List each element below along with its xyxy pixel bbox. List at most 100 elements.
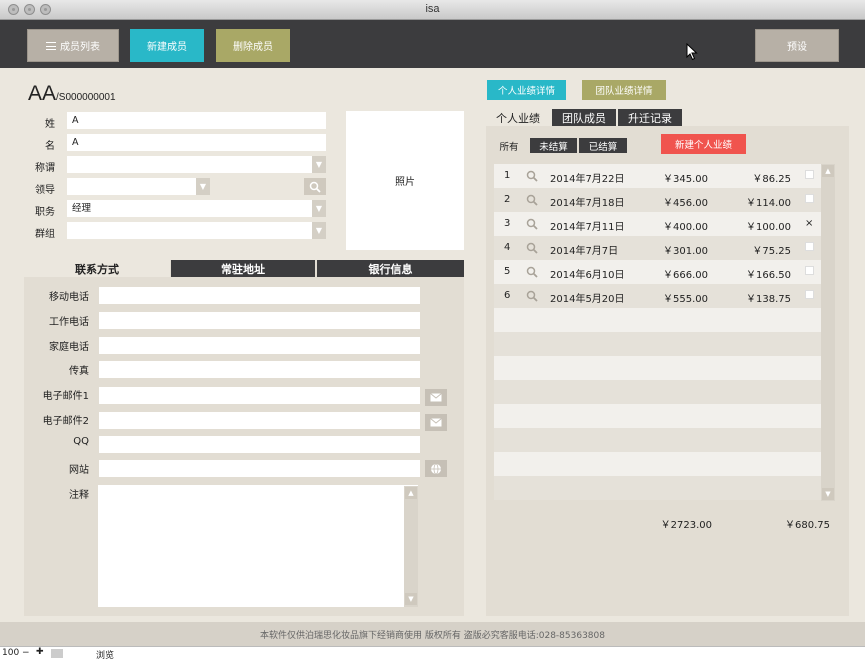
photo-box[interactable]: 照片 <box>346 111 464 250</box>
row-number: 2 <box>504 194 511 205</box>
notes-scrollbar[interactable] <box>404 486 418 607</box>
search-icon[interactable] <box>526 218 538 230</box>
member-code: /S000000001 <box>56 92 116 103</box>
scroll-down-icon[interactable]: ▼ <box>405 593 417 605</box>
row-checkbox[interactable] <box>805 242 814 251</box>
delete-member-button[interactable]: 删除成员 <box>216 29 290 62</box>
team-detail-button[interactable]: 团队业绩详情 <box>582 80 666 100</box>
surname-label: 姓 <box>45 119 55 130</box>
member-name: AA <box>28 82 57 105</box>
email1-field[interactable] <box>99 387 420 404</box>
tab-personal-perf[interactable]: 个人业绩 <box>486 109 550 126</box>
row-checkbox[interactable] <box>805 170 814 179</box>
notes-field[interactable] <box>98 485 418 607</box>
globe-icon <box>431 463 441 474</box>
table-row[interactable]: 3 2014年7月11日 ￥400.00 ￥100.00 × <box>494 212 821 236</box>
fax-label: 传真 <box>69 366 89 377</box>
group-select[interactable] <box>67 222 312 239</box>
row-amount: ￥345.00 <box>663 174 708 185</box>
member-list-label: 成员列表 <box>60 42 100 53</box>
tab-team-members[interactable]: 团队成员 <box>552 109 616 126</box>
email2-send-button[interactable] <box>425 414 447 431</box>
title-select[interactable] <box>67 156 312 173</box>
row-commission: ￥100.00 <box>746 222 791 233</box>
personal-detail-button[interactable]: 个人业绩详情 <box>487 80 566 100</box>
empty-row <box>494 452 821 476</box>
position-select[interactable]: 经理 <box>67 200 312 217</box>
title-label: 称谓 <box>35 163 55 174</box>
empty-row <box>494 332 821 356</box>
tab-bank[interactable]: 银行信息 <box>317 260 464 277</box>
home-phone-label: 家庭电话 <box>49 342 89 353</box>
perf-scrollbar[interactable] <box>821 164 835 501</box>
filter-settled[interactable]: 已结算 <box>579 138 627 153</box>
leader-dropdown-arrow-icon[interactable]: ▼ <box>196 178 210 195</box>
leader-label: 领导 <box>35 185 55 196</box>
search-icon[interactable] <box>526 242 538 254</box>
row-amount: ￥400.00 <box>663 222 708 233</box>
row-amount: ￥555.00 <box>663 294 708 305</box>
row-number: 5 <box>504 266 511 277</box>
search-icon[interactable] <box>526 194 538 206</box>
open-website-button[interactable] <box>425 460 447 477</box>
new-member-button[interactable]: 新建成员 <box>130 29 204 62</box>
empty-row <box>494 476 821 500</box>
search-icon[interactable] <box>526 290 538 302</box>
given-name-field[interactable]: A <box>67 134 326 151</box>
toggle-toolbar-icon[interactable] <box>51 649 63 658</box>
tab-promotion-record[interactable]: 升迁记录 <box>618 109 682 126</box>
row-date: 2014年7月18日 <box>550 198 625 209</box>
leader-search-button[interactable] <box>304 178 326 195</box>
title-dropdown-arrow-icon[interactable]: ▼ <box>312 156 326 173</box>
website-field[interactable] <box>99 460 420 477</box>
filter-all[interactable]: 所有 <box>494 138 524 153</box>
group-dropdown-arrow-icon[interactable]: ▼ <box>312 222 326 239</box>
position-dropdown-arrow-icon[interactable]: ▼ <box>312 200 326 217</box>
scroll-down-icon[interactable]: ▼ <box>822 488 834 500</box>
row-checkbox[interactable] <box>805 266 814 275</box>
email2-field[interactable] <box>99 412 420 429</box>
row-date: 2014年7月22日 <box>550 174 625 185</box>
row-amount: ￥456.00 <box>663 198 708 209</box>
surname-field[interactable]: A <box>67 112 326 129</box>
qq-field[interactable] <box>99 436 420 453</box>
row-checkbox[interactable] <box>805 194 814 203</box>
fax-field[interactable] <box>99 361 420 378</box>
filter-unsettled[interactable]: 未结算 <box>530 138 577 153</box>
search-icon[interactable] <box>526 266 538 278</box>
mode-label: 浏览 <box>96 651 115 660</box>
table-row[interactable]: 5 2014年6月10日 ￥666.00 ￥166.50 <box>494 260 821 284</box>
zoom-in-icon[interactable]: ✚ <box>36 647 44 657</box>
scroll-up-icon[interactable]: ▲ <box>822 165 834 177</box>
window-title: isa <box>425 3 440 15</box>
row-checkbox[interactable] <box>805 290 814 299</box>
tab-address[interactable]: 常驻地址 <box>171 260 315 277</box>
row-mark[interactable]: × <box>805 218 813 229</box>
new-personal-perf-button[interactable]: 新建个人业绩 <box>661 134 746 154</box>
table-row[interactable]: 4 2014年7月7日 ￥301.00 ￥75.25 <box>494 236 821 260</box>
scroll-up-icon[interactable]: ▲ <box>405 487 417 499</box>
given-name-label: 名 <box>45 141 55 152</box>
mouse-pointer-icon <box>686 43 698 61</box>
mobile-field[interactable] <box>99 287 420 304</box>
member-name-heading: AA/S000000001 <box>28 82 116 106</box>
tab-contact[interactable]: 联系方式 <box>24 260 170 277</box>
home-phone-field[interactable] <box>99 337 420 354</box>
work-phone-label: 工作电话 <box>49 317 89 328</box>
mobile-label: 移动电话 <box>49 292 89 303</box>
table-row[interactable]: 6 2014年5月20日 ￥555.00 ￥138.75 <box>494 284 821 308</box>
preset-button[interactable]: 预设 <box>755 29 839 62</box>
table-row[interactable]: 1 2014年7月22日 ￥345.00 ￥86.25 <box>494 164 821 188</box>
email1-send-button[interactable] <box>425 389 447 406</box>
table-row[interactable]: 2 2014年7月18日 ￥456.00 ￥114.00 <box>494 188 821 212</box>
menu-list-icon <box>46 41 56 50</box>
work-phone-field[interactable] <box>99 312 420 329</box>
row-commission: ￥166.50 <box>746 270 791 281</box>
zoom-out-icon[interactable]: − <box>22 648 30 658</box>
search-icon[interactable] <box>526 170 538 182</box>
empty-row <box>494 356 821 380</box>
qq-label: QQ <box>73 436 89 447</box>
leader-select[interactable] <box>67 178 196 195</box>
member-list-button[interactable]: 成员列表 <box>27 29 119 62</box>
row-amount: ￥301.00 <box>663 246 708 257</box>
